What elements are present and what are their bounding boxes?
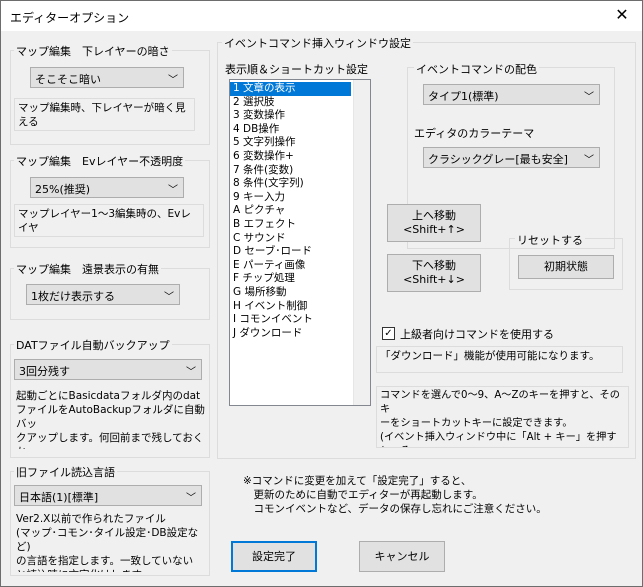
command-list-item[interactable]: 1 文章の表示 [230,82,351,96]
color-select[interactable]: タイプ1(標準) ﹀ [423,84,600,105]
chevron-down-icon: ﹀ [168,75,178,86]
ok-button[interactable]: 設定完了 [231,541,317,572]
chevron-down-icon: ﹀ [584,155,594,166]
cancel-button[interactable]: キャンセル [359,541,445,572]
title-bar: エディターオプション ✕ [1,1,642,31]
move-up-button[interactable]: 上へ移動 <Shift+↑> [387,204,481,242]
ev-opacity-value: 25%(推奨) [35,183,91,196]
advanced-desc: 「ダウンロード」機能が使用可能になります。 [376,346,623,373]
dat-backup-desc: 起動ごとにBasicdataフォルダ内のdat ファイルをAutoBackupフ… [14,389,208,449]
close-icon[interactable]: ✕ [612,5,632,25]
chevron-down-icon: ﹀ [168,185,178,196]
layer-darkness-desc: マップ編集時、下レイヤーが暗く見える 度合いを設定します。 [14,98,195,131]
chevron-down-icon: ﹀ [164,292,174,303]
dat-backup-label: DATファイル自動バックアップ [14,337,172,353]
command-list-item[interactable]: A ピクチャ [230,204,370,218]
theme-value: クラシックグレー[最も安全] [428,153,568,166]
ev-opacity-label: マップ編集 Evレイヤー不透明度 [14,153,186,169]
command-list-item[interactable]: 6 変数操作+ [230,150,370,164]
theme-label: エディタのカラーテーマ [414,127,535,140]
distant-view-value: 1枚だけ表示する [31,290,115,303]
old-file-lang-desc: Ver2.X以前で作られたファイル (マップ･コモン･タイル設定･DB設定など)… [14,512,208,572]
advanced-checkbox[interactable]: ✓ [382,327,395,340]
command-list-item[interactable]: 9 キー入力 [230,191,370,205]
command-list-item[interactable]: 2 選択肢 [230,96,370,110]
command-list-item[interactable]: E パーティ画像 [230,259,370,273]
chevron-down-icon: ﹀ [584,92,594,103]
command-list-item[interactable]: 5 文字列操作 [230,136,370,150]
advanced-check-label[interactable]: 上級者向けコマンドを使用する [400,326,554,342]
order-label: 表示順＆ショートカット設定 [225,63,368,76]
reset-label: リセットする [515,232,585,248]
shortcut-desc: コマンドを選んで0～9、A～Zのキーを押すと、そのキ ーをショートカットキーに設… [376,386,629,448]
ev-opacity-select[interactable]: 25%(推奨) ﹀ [30,177,184,198]
command-list-item[interactable]: J ダウンロード [230,327,370,341]
move-down-button[interactable]: 下へ移動 <Shift+↓> [387,254,481,292]
distant-view-label: マップ編集 遠景表示の有無 [14,261,161,277]
layer-darkness-value: そこそこ暗い [35,73,101,86]
window-title: エディターオプション [10,11,130,25]
theme-select[interactable]: クラシックグレー[最も安全] ﹀ [423,147,600,168]
command-list-item[interactable]: G 場所移動 [230,286,370,300]
reset-button[interactable]: 初期状態 [518,255,614,279]
command-list-item[interactable]: F チップ処理 [230,272,370,286]
command-list-item[interactable]: 8 条件(文字列) [230,177,370,191]
event-window-label: イベントコマンド挿入ウィンドウ設定 [222,35,413,51]
command-list-item[interactable]: H イベント制御 [230,300,370,314]
command-list-item[interactable]: B エフェクト [230,218,370,232]
editor-options-window: エディターオプション ✕ マップ編集 下レイヤーの暗さ そこそこ暗い ﹀ マップ… [0,0,643,587]
list-scrollbar[interactable] [353,80,370,405]
layer-darkness-select[interactable]: そこそこ暗い ﹀ [30,67,184,88]
old-file-lang-label: 旧ファイル読込言語 [14,464,117,480]
dat-backup-value: 3回分残す [19,365,70,378]
dat-backup-select[interactable]: 3回分残す ﹀ [14,359,202,380]
old-file-lang-value: 日本語(1)[標準] [19,491,99,504]
command-list-item[interactable]: I コモンイベント [230,313,370,327]
chevron-down-icon: ﹀ [186,493,196,504]
old-file-lang-select[interactable]: 日本語(1)[標準] ﹀ [14,485,202,506]
command-list-item[interactable]: 4 DB操作 [230,123,370,137]
ev-opacity-desc: マップレイヤー1～3編集時の、Evレイヤ ー不透明度を設定します。 [14,204,204,237]
command-list-item[interactable]: C サウンド [230,232,370,246]
command-list-item[interactable]: 3 変数操作 [230,109,370,123]
command-list-item[interactable]: D セーブ･ロード [230,245,370,259]
color-label: イベントコマンドの配色 [414,61,539,77]
layer-darkness-label: マップ編集 下レイヤーの暗さ [14,43,172,59]
command-list-item[interactable]: 7 条件(変数) [230,164,370,178]
chevron-down-icon: ﹀ [186,367,196,378]
distant-view-select[interactable]: 1枚だけ表示する ﹀ [26,284,180,305]
color-value: タイプ1(標準) [428,90,499,103]
command-list[interactable]: 1 文章の表示 2 選択肢 3 変数操作 4 DB操作 5 文字列操作 6 変数操作+ 7 … [229,79,371,406]
restart-notice: ※コマンドに変更を加えて「設定完了」すると、 更新のために自動でエディターが再起… [243,475,547,515]
